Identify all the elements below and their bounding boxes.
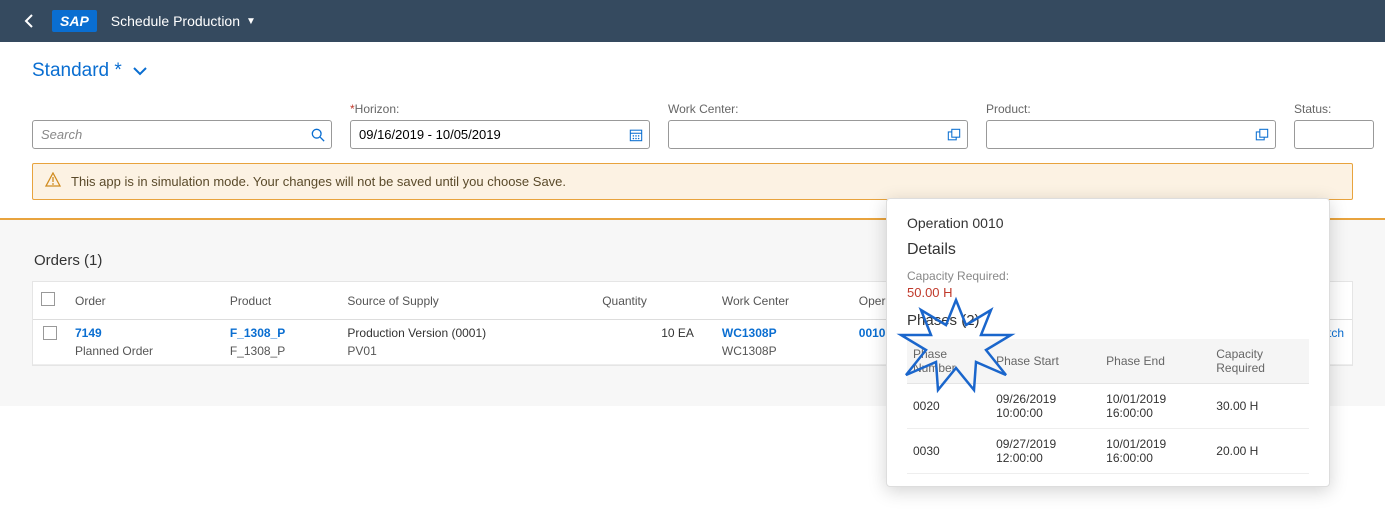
ph-col-num: Phase Number (907, 339, 990, 384)
value-help-icon[interactable] (1250, 128, 1275, 142)
chevron-left-icon (23, 13, 35, 29)
phases-table: Phase Number Phase Start Phase End Capac… (907, 339, 1309, 474)
workcenter-label: Work Center: (668, 102, 968, 116)
col-order: Order (67, 282, 222, 320)
col-workcenter: Work Center (714, 282, 851, 320)
capacity-value: 50.00 H (907, 285, 1309, 300)
col-product: Product (222, 282, 340, 320)
operation-link[interactable]: 0010 (859, 326, 886, 340)
order-type: Planned Order (75, 344, 214, 358)
variant-selector[interactable]: Standard * (32, 60, 1353, 82)
value-help-icon[interactable] (942, 128, 967, 142)
capacity-label: Capacity Required: (907, 269, 1309, 283)
product-group: Product: (986, 102, 1276, 149)
source-sub: PV01 (347, 344, 586, 358)
ph-col-start: Phase Start (990, 339, 1100, 384)
select-all-checkbox[interactable] (41, 292, 55, 306)
workcenter-group: Work Center: (668, 102, 968, 149)
phase-row: 0030 09/27/2019 12:00:00 10/01/2019 16:0… (907, 429, 1309, 474)
col-quantity: Quantity (594, 282, 714, 320)
source-main: Production Version (0001) (347, 326, 486, 340)
horizon-label: *Horizon: (350, 102, 650, 116)
status-label: Status: (1294, 102, 1374, 116)
search-group (32, 102, 332, 149)
popover-title: Operation 0010 (907, 215, 1309, 231)
quantity-cell: 10 EA (594, 320, 714, 365)
app-title-text: Schedule Production (111, 13, 240, 29)
status-field-wrap (1294, 120, 1374, 149)
message-strip: This app is in simulation mode. Your cha… (32, 163, 1353, 200)
workcenter-desc: WC1308P (722, 344, 843, 358)
popover-subtitle: Details (907, 241, 1309, 259)
phases-title: Phases (2) (907, 312, 1309, 329)
warning-icon (45, 172, 61, 191)
caret-down-icon: ▼ (246, 16, 256, 27)
ph-col-cap: Capacity Required (1210, 339, 1309, 384)
col-source: Source of Supply (339, 282, 594, 320)
search-icon[interactable] (306, 128, 331, 142)
phase-row: 0020 09/26/2019 10:00:00 10/01/2019 16:0… (907, 384, 1309, 429)
workcenter-field-wrap (668, 120, 968, 149)
search-input[interactable] (33, 121, 306, 148)
row-checkbox[interactable] (43, 326, 57, 340)
shell-header: SAP Schedule Production ▼ (0, 0, 1385, 42)
message-text: This app is in simulation mode. Your cha… (71, 174, 566, 189)
variant-bar: Standard * (0, 42, 1385, 90)
horizon-field-wrap (350, 120, 650, 149)
filter-bar: *Horizon: Work Center: Product: Status: (0, 90, 1385, 159)
workcenter-input[interactable] (669, 121, 942, 148)
variant-label: Standard * (32, 60, 122, 82)
calendar-icon[interactable] (624, 128, 649, 142)
ph-col-end: Phase End (1100, 339, 1210, 384)
workcenter-link[interactable]: WC1308P (722, 326, 777, 340)
status-group: Status: (1294, 102, 1374, 149)
product-desc: F_1308_P (230, 344, 332, 358)
status-input[interactable] (1295, 121, 1373, 148)
chevron-down-icon (132, 65, 148, 77)
product-input[interactable] (987, 121, 1250, 148)
product-field-wrap (986, 120, 1276, 149)
product-link[interactable]: F_1308_P (230, 326, 285, 340)
operation-popover: Operation 0010 Details Capacity Required… (886, 198, 1330, 487)
back-button[interactable] (12, 4, 46, 38)
horizon-group: *Horizon: (350, 102, 650, 149)
app-title-menu[interactable]: Schedule Production ▼ (111, 13, 256, 29)
product-label: Product: (986, 102, 1276, 116)
sap-logo: SAP (52, 10, 97, 32)
order-link[interactable]: 7149 (75, 326, 102, 340)
horizon-input[interactable] (351, 121, 624, 148)
search-field-wrap (32, 120, 332, 149)
